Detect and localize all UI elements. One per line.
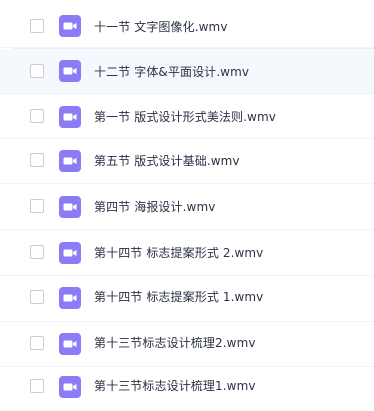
file-row[interactable]: 第一节 版式设计形式美法则.wmv bbox=[0, 94, 374, 139]
row-checkbox[interactable] bbox=[30, 379, 44, 393]
row-checkbox[interactable] bbox=[30, 199, 44, 213]
file-row[interactable]: 第十四节 标志提案形式 2.wmv bbox=[0, 231, 374, 276]
row-checkbox[interactable] bbox=[30, 290, 44, 304]
row-checkbox[interactable] bbox=[30, 336, 44, 350]
file-name[interactable]: 第十三节标志设计梳理1.wmv bbox=[94, 379, 256, 393]
row-checkbox[interactable] bbox=[30, 109, 44, 123]
file-row[interactable]: 第五节 版式设计基础.wmv bbox=[0, 139, 374, 184]
file-name[interactable]: 第五节 版式设计基础.wmv bbox=[94, 154, 240, 168]
file-name[interactable]: 十一节 文字图像化.wmv bbox=[94, 20, 228, 34]
video-file-icon bbox=[59, 150, 81, 172]
video-file-icon bbox=[59, 287, 81, 309]
file-row[interactable]: 第十三节标志设计梳理2.wmv bbox=[0, 322, 374, 367]
file-name[interactable]: 第一节 版式设计形式美法则.wmv bbox=[94, 110, 276, 124]
row-checkbox[interactable] bbox=[30, 64, 44, 78]
file-name[interactable]: 第十四节 标志提案形式 1.wmv bbox=[94, 290, 263, 304]
video-file-icon bbox=[59, 60, 81, 82]
video-file-icon bbox=[59, 106, 81, 128]
file-row[interactable]: 十一节 文字图像化.wmv bbox=[0, 3, 374, 48]
file-name[interactable]: 第十三节标志设计梳理2.wmv bbox=[94, 336, 256, 350]
video-file-icon bbox=[59, 196, 81, 218]
file-list: 十一节 文字图像化.wmv 十二节 字体&平面设计.wmv 第一节 版式设计形式… bbox=[0, 0, 374, 411]
file-name[interactable]: 十二节 字体&平面设计.wmv bbox=[94, 65, 249, 79]
file-row[interactable]: 第十三节标志设计梳理1.wmv bbox=[0, 367, 374, 411]
row-checkbox[interactable] bbox=[30, 19, 44, 33]
video-file-icon bbox=[59, 333, 81, 355]
video-file-icon bbox=[59, 15, 81, 37]
file-row[interactable]: 第十四节 标志提案形式 1.wmv bbox=[0, 277, 374, 322]
file-row[interactable]: 十二节 字体&平面设计.wmv bbox=[0, 48, 374, 94]
row-checkbox[interactable] bbox=[30, 245, 44, 259]
row-checkbox[interactable] bbox=[30, 153, 44, 167]
video-file-icon bbox=[59, 242, 81, 264]
video-file-icon bbox=[59, 376, 81, 398]
file-row[interactable]: 第四节 海报设计.wmv bbox=[0, 185, 374, 230]
file-name[interactable]: 第十四节 标志提案形式 2.wmv bbox=[94, 246, 263, 260]
file-name[interactable]: 第四节 海报设计.wmv bbox=[94, 200, 215, 214]
